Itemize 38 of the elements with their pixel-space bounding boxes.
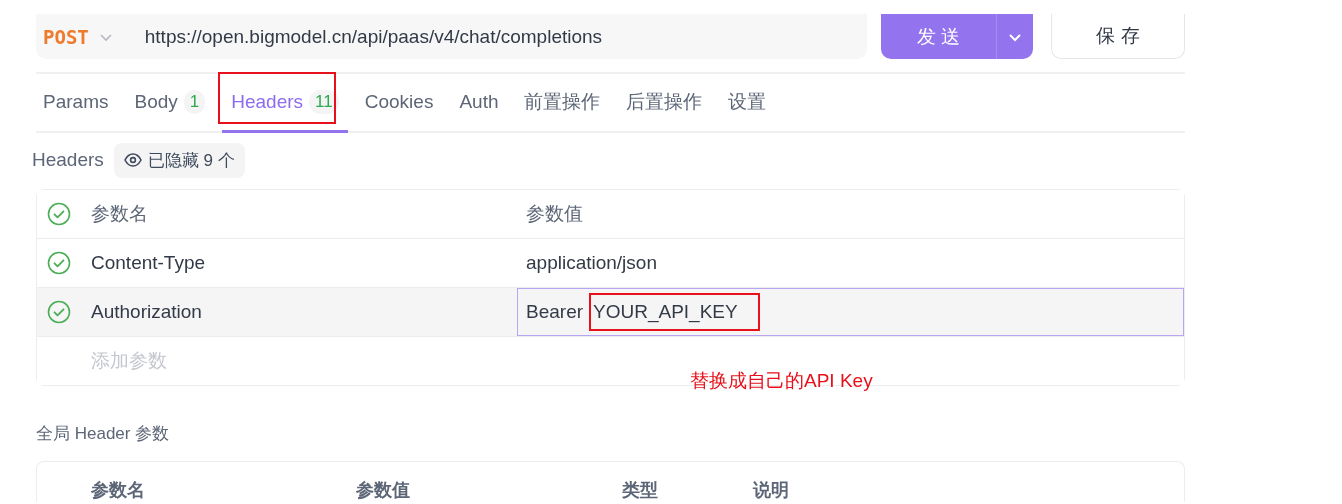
check-circle-icon[interactable] [47, 300, 71, 324]
tab[interactable]: Cookies [355, 74, 443, 133]
header-row[interactable]: Authorization Bearer YOUR_API_KEY [37, 288, 1184, 337]
param-value-field[interactable]: application/json [517, 239, 1184, 287]
tab[interactable]: 前置操作 [515, 74, 610, 133]
url-text: https://open.bigmodel.cn/api/paas/v4/chat/completions [144, 25, 603, 48]
tab[interactable]: Body 1 [125, 74, 215, 133]
column-header: 参数值 [356, 479, 411, 502]
tab[interactable]: Params [36, 74, 118, 133]
api-key-text: YOUR_API_KEY [593, 301, 738, 323]
check-circle-icon[interactable] [47, 202, 71, 226]
tab[interactable]: Auth [450, 74, 508, 133]
column-header: 参数名 [91, 202, 148, 226]
hidden-count-text: 已隐藏 9 个 [147, 149, 235, 172]
tab[interactable]: 设置 [719, 74, 776, 133]
section-title: Headers [32, 149, 104, 171]
param-value: application/json [526, 252, 657, 274]
eye-icon [123, 153, 142, 167]
column-header: 参数名 [91, 479, 146, 502]
count-badge: 1 [183, 90, 206, 114]
section-title: 全局 Header 参数 [36, 423, 171, 445]
param-name: Content-Type [91, 252, 206, 274]
url-field[interactable]: POST https://open.bigmodel.cn/api/paas/v4/chat/completions [36, 14, 868, 59]
save-button[interactable]: 保 存 [1051, 14, 1185, 59]
tab[interactable]: Headers 11 [222, 74, 348, 133]
hidden-count-badge[interactable]: 已隐藏 9 个 [113, 142, 245, 178]
column-header: 参数值 [526, 202, 583, 226]
tab[interactable]: 后置操作 [617, 74, 712, 133]
param-value-field[interactable]: Bearer YOUR_API_KEY [517, 288, 1184, 336]
count-badge: 11 [309, 90, 339, 114]
send-options-button[interactable] [997, 14, 1034, 59]
annotation-note: 替换成自己的API Key [690, 369, 873, 393]
column-header: 说明 [753, 479, 790, 502]
send-button[interactable]: 发 送 [881, 14, 998, 59]
param-value: Bearer [526, 301, 584, 323]
column-header: 类型 [622, 479, 659, 502]
check-circle-icon[interactable] [47, 251, 71, 275]
param-name: Authorization [91, 301, 202, 323]
